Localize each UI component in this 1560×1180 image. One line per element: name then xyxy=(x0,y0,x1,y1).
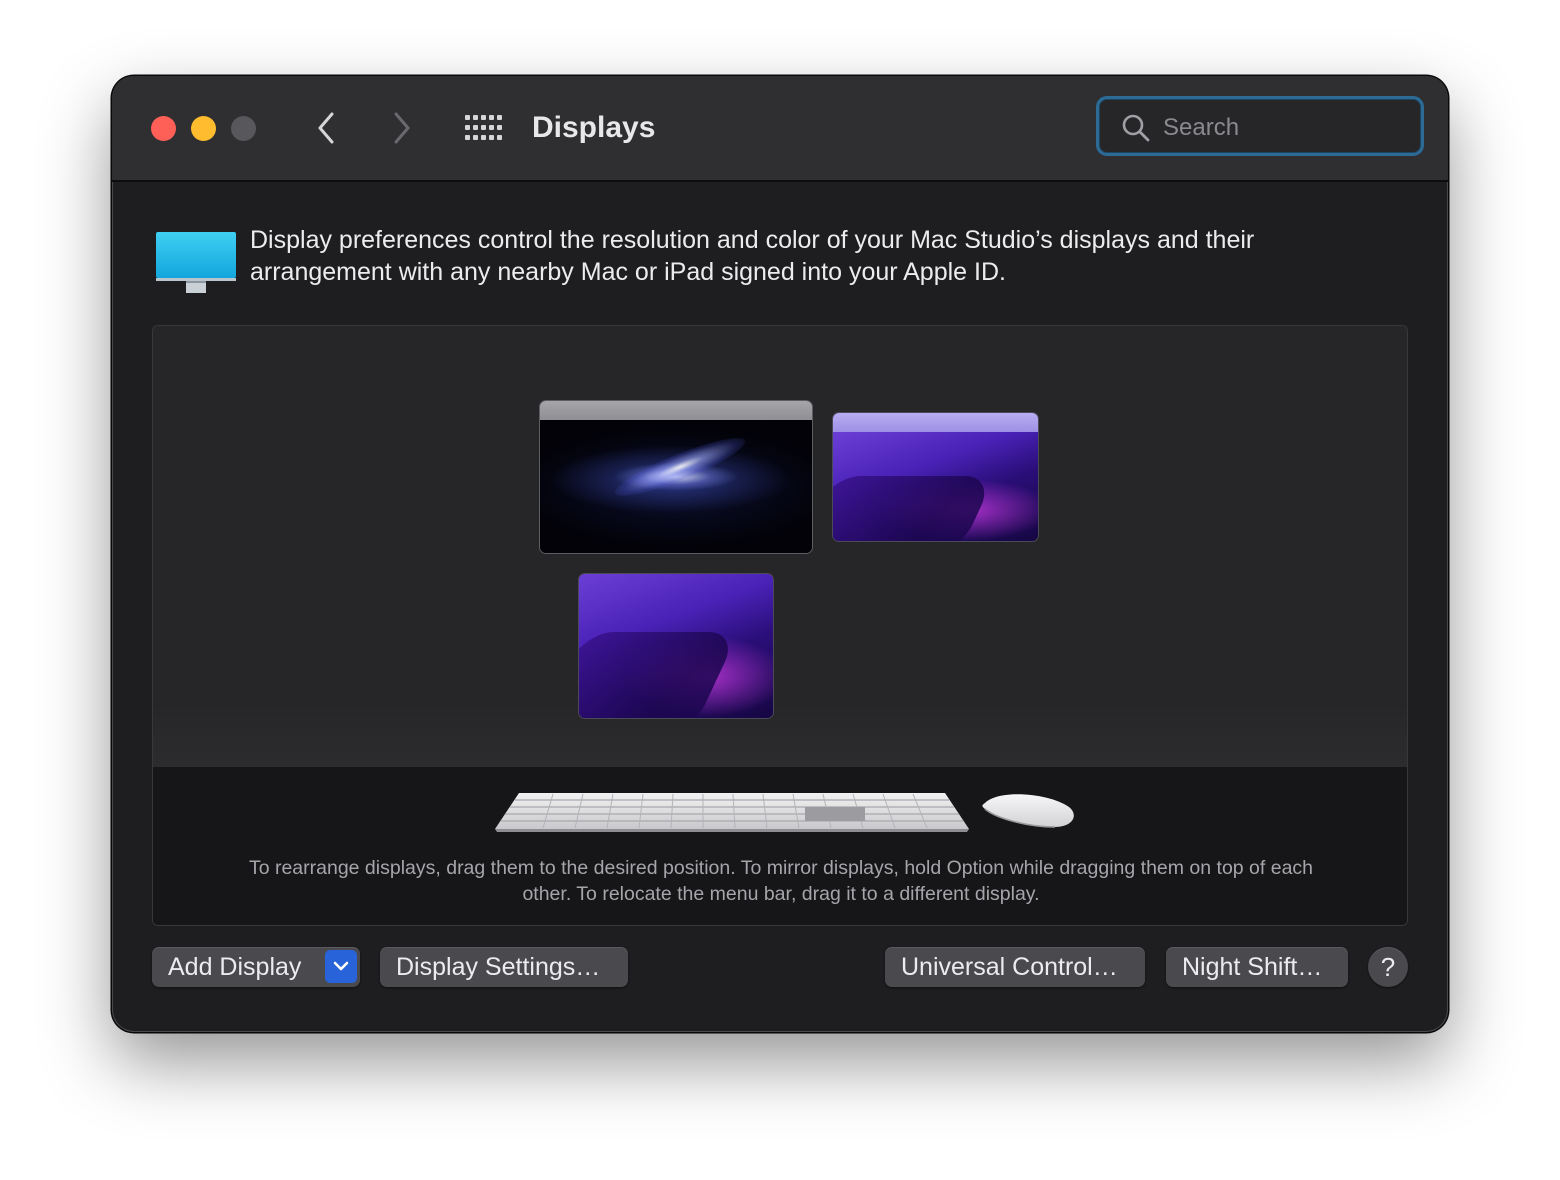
display-wallpaper xyxy=(579,574,773,718)
display-wallpaper xyxy=(833,432,1038,541)
system-preferences-window: Displays Display preferences control the… xyxy=(112,76,1448,1032)
display-arrangement-panel: To rearrange displays, drag them to the … xyxy=(152,325,1408,926)
mouse-icon xyxy=(982,794,1074,828)
show-all-button[interactable] xyxy=(464,114,502,142)
help-button[interactable]: ? xyxy=(1368,947,1408,987)
display-settings-button[interactable]: Display Settings… xyxy=(380,947,628,987)
chevron-left-icon xyxy=(318,112,334,144)
chevron-right-icon xyxy=(394,112,410,144)
peripherals-area: To rearrange displays, drag them to the … xyxy=(153,767,1407,925)
universal-control-button[interactable]: Universal Control… xyxy=(885,947,1145,987)
search-field[interactable] xyxy=(1096,96,1424,156)
display-ipad[interactable] xyxy=(578,573,774,719)
arrangement-canvas xyxy=(153,326,1407,767)
add-display-button[interactable]: Add Display xyxy=(152,947,360,987)
title-bar: Displays xyxy=(112,76,1448,182)
add-display-dropdown[interactable] xyxy=(325,950,357,983)
display-icon xyxy=(156,232,236,293)
chevron-down-icon xyxy=(333,961,349,971)
display-main[interactable] xyxy=(539,400,813,554)
display-top-strip xyxy=(833,413,1038,432)
night-shift-button[interactable]: Night Shift… xyxy=(1166,947,1348,987)
menu-bar-indicator[interactable] xyxy=(540,401,812,420)
window-title: Displays xyxy=(532,111,656,144)
add-display-label: Add Display xyxy=(168,953,302,981)
back-button[interactable] xyxy=(308,106,348,150)
header-description: Display preferences control the resoluti… xyxy=(250,226,1255,286)
display-secondary[interactable] xyxy=(832,412,1039,542)
zoom-button[interactable] xyxy=(231,116,256,141)
close-button[interactable] xyxy=(151,116,176,141)
minimize-button[interactable] xyxy=(191,116,216,141)
search-icon xyxy=(1122,114,1150,142)
search-input[interactable] xyxy=(1161,109,1415,147)
keyboard-icon xyxy=(495,793,969,832)
forward-button[interactable] xyxy=(382,106,422,150)
arrangement-hint: To rearrange displays, drag them to the … xyxy=(248,857,1314,905)
display-wallpaper xyxy=(540,420,812,553)
grid-icon xyxy=(465,115,502,140)
